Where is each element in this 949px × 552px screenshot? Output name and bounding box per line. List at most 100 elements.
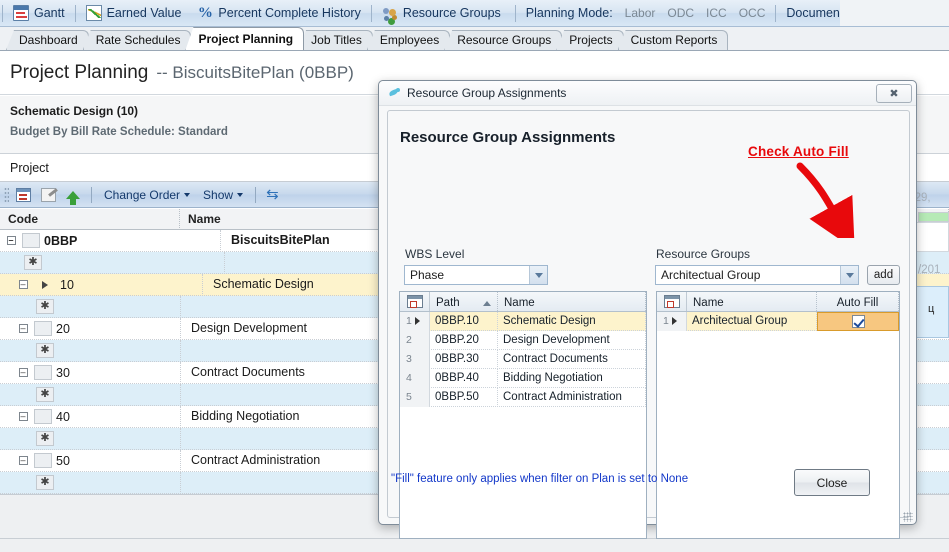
cell-path: 0BBP.50 [430, 387, 498, 407]
table-row[interactable]: 1 Architectual Group [657, 311, 899, 331]
table-row[interactable]: 5 0BBP.50 Contract Administration [400, 387, 646, 407]
row-code: 50 [56, 453, 70, 468]
wbs-phase-grid[interactable]: Path Name 1 0BBP.10 Schematic Design 2 0… [399, 291, 647, 539]
new-row-icon[interactable]: ✱ [36, 387, 54, 402]
expander-cell[interactable]: – [12, 318, 34, 340]
chevron-down-icon[interactable] [840, 266, 858, 284]
resource-grid-header: Name Auto Fill [657, 292, 899, 312]
tab-project-planning[interactable]: Project Planning [185, 27, 305, 50]
tab-rate-schedules-label: Rate Schedules [95, 33, 181, 47]
dialog-titlebar[interactable]: Resource Group Assignments ✖ [379, 81, 916, 106]
cell-auto-fill[interactable] [817, 311, 899, 331]
row-number-label: 4 [406, 372, 412, 384]
collapse-icon[interactable]: – [18, 456, 28, 465]
dialog-heading: Resource Group Assignments [400, 129, 616, 146]
tab-rate-schedules[interactable]: Rate Schedules [82, 30, 192, 50]
node-box [22, 233, 40, 248]
open-form-button[interactable] [12, 185, 34, 205]
expander-cell[interactable]: – [12, 406, 34, 428]
form-icon [15, 187, 31, 202]
toolbar-item-earned-value-label: Earned Value [106, 6, 182, 20]
row-code: 20 [56, 321, 70, 336]
column-header-path[interactable]: Path [430, 292, 498, 311]
toolbar-item-percent-complete-history[interactable]: % Percent Complete History [189, 0, 368, 26]
resource-group-assignment-grid[interactable]: Name Auto Fill 1 Architectual Group [656, 291, 900, 539]
new-row-cell[interactable]: ✱ [34, 472, 56, 494]
toolbar-gripper[interactable] [4, 186, 9, 203]
new-row-cell[interactable]: ✱ [22, 252, 44, 274]
collapse-icon[interactable]: – [18, 368, 28, 377]
expander-cell[interactable]: – [0, 230, 22, 252]
node-box [34, 453, 52, 468]
resource-groups-value: Architectual Group [661, 268, 761, 282]
grid-select-all-button[interactable] [400, 292, 430, 311]
cell-path: 0BBP.30 [430, 349, 498, 369]
tab-resource-groups[interactable]: Resource Groups [444, 30, 563, 50]
wbs-level-select[interactable]: Phase [404, 265, 548, 285]
expander-cell[interactable]: – [12, 450, 34, 472]
column-header-auto-fill-label: Auto Fill [836, 297, 879, 309]
edit-button[interactable] [37, 185, 59, 205]
toolbar-item-resource-groups-label: Resource Groups [402, 6, 501, 20]
table-row[interactable]: 3 0BBP.30 Contract Documents [400, 349, 646, 369]
expander-cell[interactable]: – [12, 274, 34, 296]
expander-cell[interactable]: – [12, 362, 34, 384]
grid-select-all-button[interactable] [657, 292, 687, 311]
planning-mode-odc[interactable]: ODC [667, 6, 694, 20]
change-order-label: Change Order [104, 187, 181, 202]
show-menu[interactable]: Show [198, 188, 248, 202]
annotation-text: Check Auto Fill [748, 144, 849, 159]
new-row-icon[interactable]: ✱ [36, 343, 54, 358]
tab-projects-label: Projects [569, 33, 613, 47]
tab-job-titles-label: Job Titles [311, 33, 362, 47]
column-header-auto-fill[interactable]: Auto Fill [817, 292, 899, 311]
tab-employees[interactable]: Employees [366, 30, 451, 50]
add-button[interactable]: add [867, 265, 900, 285]
planning-mode-icc[interactable]: ICC [706, 6, 727, 20]
refresh-button[interactable]: ⇆ [263, 185, 285, 205]
table-row[interactable]: 1 0BBP.10 Schematic Design [400, 311, 646, 331]
new-row-cell[interactable]: ✱ [34, 340, 56, 362]
wbs-level-value: Phase [410, 268, 445, 282]
close-button-label: Close [816, 475, 848, 490]
column-header-name[interactable]: Name [498, 292, 646, 311]
new-row-cell[interactable]: ✱ [34, 428, 56, 450]
planning-mode-labor[interactable]: Labor [625, 6, 656, 20]
toolbar-item-resource-groups[interactable]: Resource Groups [374, 0, 509, 26]
dialog-close-button[interactable]: ✖ [876, 83, 912, 103]
chevron-down-icon[interactable] [529, 266, 547, 284]
row-number: 5 [400, 387, 430, 407]
table-row[interactable]: 4 0BBP.40 Bidding Negotiation [400, 368, 646, 388]
cell-path: 0BBP.40 [430, 368, 498, 388]
resource-groups-select[interactable]: Architectual Group [655, 265, 859, 285]
resize-grip[interactable] [903, 512, 913, 522]
page-subtitle: -- BiscuitsBitePlan (0BBP) [156, 62, 354, 82]
collapse-icon[interactable]: – [18, 412, 28, 421]
new-row-icon[interactable]: ✱ [36, 475, 54, 490]
column-header-code[interactable]: Code [0, 209, 180, 230]
promote-button[interactable] [62, 185, 84, 205]
new-row-cell[interactable]: ✱ [34, 296, 56, 318]
tab-job-titles[interactable]: Job Titles [298, 30, 373, 50]
new-row-icon[interactable]: ✱ [36, 299, 54, 314]
tab-dashboard[interactable]: Dashboard [6, 30, 89, 50]
table-row[interactable]: 2 0BBP.20 Design Development [400, 330, 646, 350]
column-header-name[interactable]: Name [687, 292, 817, 311]
tab-projects[interactable]: Projects [556, 30, 624, 50]
toolbar-divider [370, 4, 372, 22]
collapse-icon[interactable]: – [6, 236, 16, 245]
new-row-icon[interactable]: ✱ [24, 255, 42, 270]
toolbar-divider [74, 4, 76, 22]
collapse-icon[interactable]: – [18, 280, 28, 289]
new-row-icon[interactable]: ✱ [36, 431, 54, 446]
gantt-icon [13, 5, 29, 21]
auto-fill-checkbox[interactable] [851, 314, 865, 328]
toolbar-item-earned-value[interactable]: Earned Value [78, 0, 190, 26]
collapse-icon[interactable]: – [18, 324, 28, 333]
new-row-cell[interactable]: ✱ [34, 384, 56, 406]
planning-mode-occ[interactable]: OCC [739, 6, 766, 20]
tab-custom-reports[interactable]: Custom Reports [617, 30, 729, 50]
toolbar-item-gantt[interactable]: Gantt [5, 0, 73, 26]
change-order-menu[interactable]: Change Order [99, 188, 195, 202]
close-button[interactable]: Close [794, 469, 870, 496]
